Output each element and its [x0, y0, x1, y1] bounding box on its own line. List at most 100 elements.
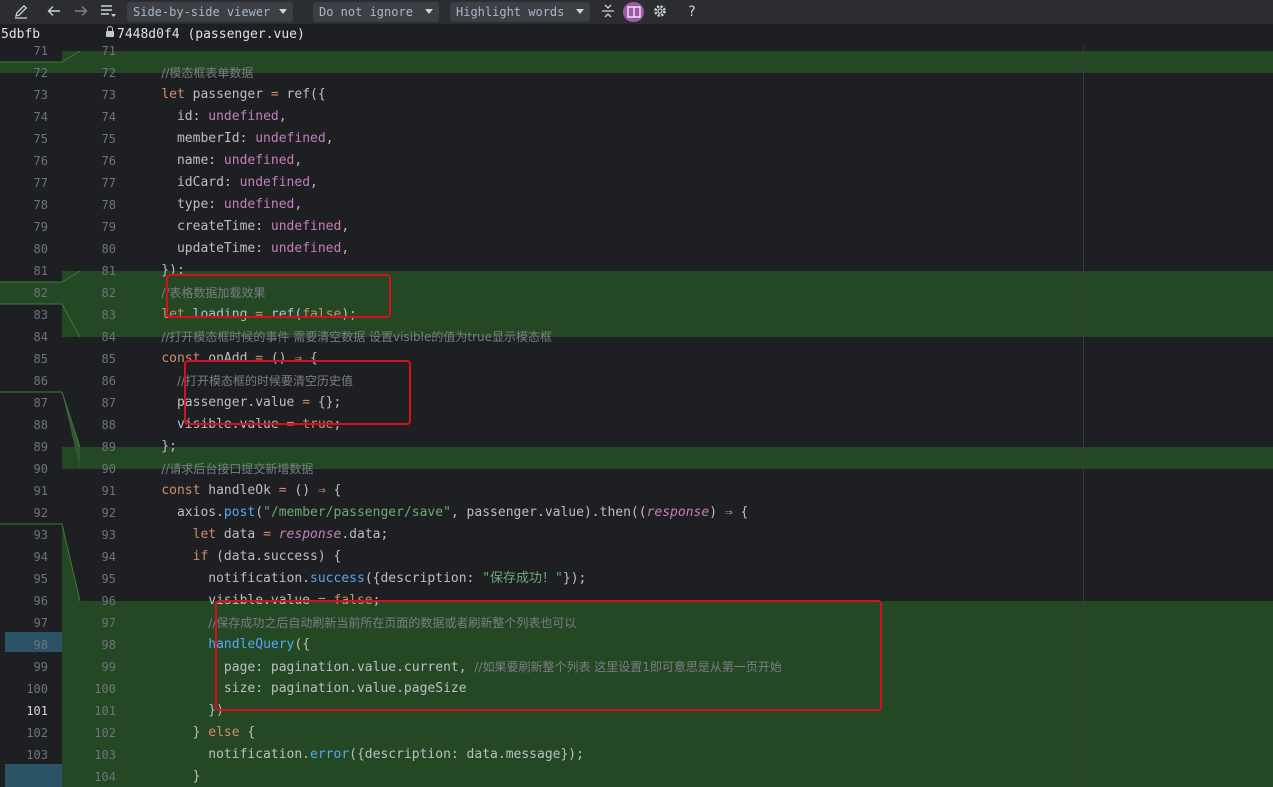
forward-arrow-icon[interactable]	[72, 3, 90, 21]
code-token: if	[192, 549, 209, 564]
sync-scroll-icon[interactable]	[623, 2, 644, 22]
left-line-number: 83	[33, 308, 48, 322]
highlight-mode-label: Highlight words	[456, 5, 565, 19]
code-token: id:	[130, 109, 209, 124]
code-line[interactable]: createTime: undefined,	[130, 216, 349, 238]
help-icon[interactable]: ?	[683, 3, 701, 21]
ignore-mode-dropdown[interactable]: Do not ignore	[313, 2, 439, 22]
code-line[interactable]: };	[130, 436, 177, 458]
code-token: ref({	[278, 87, 326, 102]
code-line[interactable]: //模态框表单数据	[130, 62, 253, 85]
right-line-number: 79	[101, 220, 116, 234]
collapse-glyph	[602, 4, 614, 18]
code-token: =	[278, 483, 287, 498]
code-line[interactable]: idCard: undefined,	[130, 172, 318, 194]
forward-arrow-glyph	[75, 6, 88, 16]
right-line-number: 71	[101, 46, 116, 58]
left-line-number: 86	[33, 374, 48, 388]
left-line-number: 80	[33, 242, 48, 256]
code-line[interactable]: notification.success({description: "保存成功…	[130, 568, 586, 590]
code-token: createTime:	[130, 219, 271, 234]
right-line-number: 73	[101, 88, 116, 102]
diff-editor[interactable]: 71 72 73 74 75 76 77 78 79 80 81 82 83 84 85 86 87 88 89 90…	[0, 46, 1273, 787]
left-line-number: 94	[33, 550, 48, 564]
code-line[interactable]: axios.post("/member/passenger/save", pas…	[130, 502, 748, 524]
code-token: =	[270, 87, 279, 102]
code-line[interactable]: if (data.success) {	[130, 546, 342, 568]
left-line-number: 75	[33, 132, 48, 146]
code-token: }	[130, 725, 209, 740]
left-line-number: 88	[33, 418, 48, 432]
left-line-number: 81	[33, 264, 48, 278]
right-line-number: 75	[101, 132, 116, 146]
left-line-number: 79	[33, 220, 48, 234]
left-line-number: 77	[33, 176, 48, 190]
left-line-number: 82	[33, 286, 48, 300]
right-line-number: 80	[101, 242, 116, 256]
collapse-unchanged-icon[interactable]	[599, 3, 617, 21]
right-line-number: 72	[101, 66, 116, 80]
code-token: {	[239, 725, 256, 740]
file-list-icon[interactable]	[99, 3, 117, 21]
pencil-glyph	[15, 4, 28, 19]
code-token: //模态框表单数据	[161, 66, 254, 80]
code-line[interactable]: let data = response.data;	[130, 524, 389, 546]
code-token: name:	[130, 153, 224, 168]
right-line-number: 103	[94, 748, 116, 762]
chevron-down-icon	[576, 9, 584, 14]
pencil-icon[interactable]	[12, 3, 30, 21]
code-line[interactable]: notification.error({description: data.me…	[130, 744, 584, 766]
highlight-mode-dropdown[interactable]: Highlight words	[450, 2, 590, 22]
code-line[interactable]: const handleOk = () ⇒ {	[130, 480, 341, 502]
left-line-number: 99	[33, 660, 48, 674]
code-line[interactable]: let passenger = ref({	[130, 84, 326, 106]
right-line-number: 83	[101, 308, 116, 322]
code-token: undefined	[208, 109, 279, 124]
code-line[interactable]: type: undefined,	[130, 194, 302, 216]
code-token: type:	[130, 197, 224, 212]
left-line-number: 74	[33, 110, 48, 124]
code-token: undefined	[223, 197, 295, 212]
code-line[interactable]: //打开模态框时候的事件 需要清空数据 设置visible的值为true显示模态…	[130, 326, 552, 349]
code-token: ,	[294, 197, 303, 212]
code-token: notification.	[130, 571, 311, 586]
right-line-number: 99	[101, 660, 116, 674]
code-token: undefined	[239, 175, 311, 190]
viewer-mode-dropdown[interactable]: Side-by-side viewer	[127, 2, 293, 22]
code-token: undefined	[223, 153, 295, 168]
code-line[interactable]: }	[130, 766, 201, 787]
right-line-number: 81	[101, 264, 116, 278]
right-line-number: 78	[101, 198, 116, 212]
code-line[interactable]: })	[130, 700, 224, 722]
back-arrow-icon[interactable]	[45, 3, 63, 21]
highlight-box-onadd	[184, 360, 411, 425]
left-line-number: 101	[26, 704, 48, 718]
file-header: 5dbfb 7448d0f4 (passenger.vue)	[0, 24, 1273, 46]
code-line[interactable]: memberId: undefined,	[130, 128, 334, 150]
code-token: {	[325, 483, 342, 498]
code-token: updateTime:	[130, 241, 271, 256]
right-line-number: 96	[101, 594, 116, 608]
code-line[interactable]: updateTime: undefined,	[130, 238, 349, 260]
code-token: undefined	[255, 131, 326, 146]
code-token: .data;	[341, 527, 389, 542]
code-line[interactable]: name: undefined,	[130, 150, 302, 172]
right-line-number: 104	[94, 770, 116, 784]
gear-icon[interactable]	[651, 3, 669, 21]
code-line[interactable]: } else {	[130, 722, 256, 744]
left-line-number: 91	[33, 484, 48, 498]
code-token: const	[161, 483, 201, 498]
right-file-label: 7448d0f4 (passenger.vue)	[117, 27, 305, 42]
left-line-number: 84	[33, 330, 48, 344]
right-line-number: 77	[101, 176, 116, 190]
code-line[interactable]: id: undefined,	[130, 106, 287, 128]
code-token: let	[192, 527, 217, 542]
code-line[interactable]: //请求后台接口提交新增数据	[130, 458, 313, 481]
code-token: });	[562, 571, 587, 586]
